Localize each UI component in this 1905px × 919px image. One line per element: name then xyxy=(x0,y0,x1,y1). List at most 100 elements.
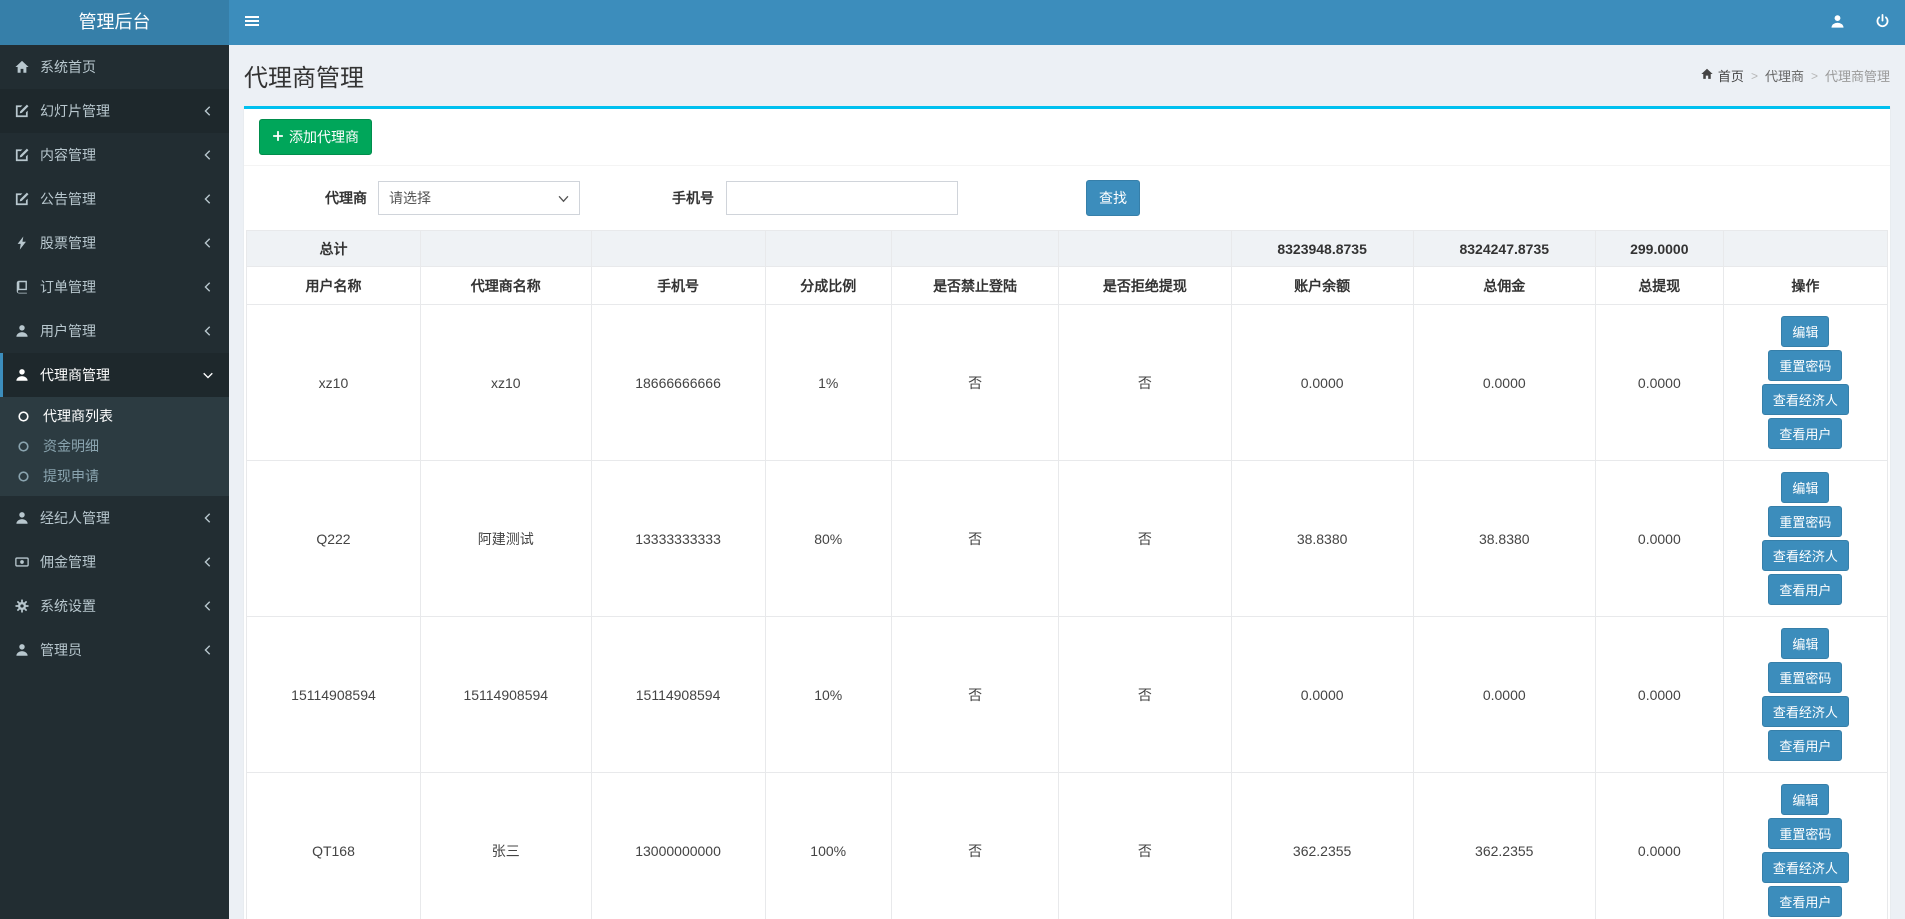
sidebar-subitem-agent-list[interactable]: 代理商列表 xyxy=(0,401,229,431)
user-icon xyxy=(15,324,40,338)
view-user-button[interactable]: 查看用户 xyxy=(1768,730,1843,761)
sidebar-toggle[interactable] xyxy=(229,0,275,45)
total-value-cell: 299.0000 xyxy=(1594,230,1724,267)
table-cell: 0.0000 xyxy=(1594,772,1724,919)
phone-input[interactable] xyxy=(726,181,958,215)
table-cell: xz10 xyxy=(419,304,592,461)
table-cell: 18666666666 xyxy=(590,304,766,461)
sidebar-subitem-withdrawal-requests[interactable]: 提现申请 xyxy=(0,461,229,491)
table-total-row: 总计 8323948.8735 8324247.8735 299.0000 xyxy=(246,230,1889,267)
breadcrumb-label: 代理商管理 xyxy=(1824,69,1890,84)
view-user-button[interactable]: 查看用户 xyxy=(1768,418,1843,449)
breadcrumb-item-agents[interactable]: 代理商 xyxy=(1744,66,1804,85)
user-icon xyxy=(1830,14,1845,32)
sidebar-item-label: 公告管理 xyxy=(40,191,96,207)
gear-icon xyxy=(15,599,40,613)
logout-button[interactable] xyxy=(1860,0,1905,45)
search-button[interactable]: 查找 xyxy=(1086,180,1140,216)
sidebar-item-label: 经纪人管理 xyxy=(40,510,110,526)
table-cell: 1% xyxy=(764,304,892,461)
chevron-down-icon xyxy=(558,190,569,206)
sidebar-item-admin[interactable]: 管理员 xyxy=(0,628,229,672)
sidebar-item-system-home[interactable]: 系统首页 xyxy=(0,45,229,89)
edit-button[interactable]: 编辑 xyxy=(1781,784,1830,815)
column-header: 手机号 xyxy=(590,266,766,305)
total-value-cell xyxy=(890,230,1060,267)
chevron-left-icon xyxy=(202,105,214,117)
table-cell: QT168 xyxy=(246,772,421,919)
sidebar-item-label: 股票管理 xyxy=(40,235,96,251)
view-user-button[interactable]: 查看用户 xyxy=(1768,574,1843,605)
reset-password-button[interactable]: 重置密码 xyxy=(1768,350,1843,381)
add-agent-button[interactable]: 添加代理商 xyxy=(259,119,372,155)
sidebar-item-label: 用户管理 xyxy=(40,323,96,339)
sidebar-item-stocks[interactable]: 股票管理 xyxy=(0,221,229,265)
edit-icon xyxy=(15,148,40,162)
main-header: 管理后台 xyxy=(0,0,1905,45)
table-cell: 阿建测试 xyxy=(419,460,592,617)
table-cell: 0.0000 xyxy=(1230,304,1414,461)
app-logo[interactable]: 管理后台 xyxy=(0,0,229,45)
view-broker-button[interactable]: 查看经济人 xyxy=(1761,540,1849,571)
edit-button[interactable]: 编辑 xyxy=(1781,472,1830,503)
total-value-cell: 8323948.8735 xyxy=(1230,230,1414,267)
table-cell: Q222 xyxy=(246,460,421,617)
table-row: QT168 张三 13000000000 100% 否否 362.2355 362.2355… xyxy=(246,772,1889,919)
total-value-cell xyxy=(764,230,892,267)
circle-o-icon xyxy=(17,440,43,453)
table-cell: 362.2355 xyxy=(1412,772,1596,919)
sidebar-item-slides[interactable]: 幻灯片管理 xyxy=(0,89,229,133)
sidebar-item-announcements[interactable]: 公告管理 xyxy=(0,177,229,221)
sidebar-subitem-fund-details[interactable]: 资金明细 xyxy=(0,431,229,461)
edit-button[interactable]: 编辑 xyxy=(1781,628,1830,659)
sidebar-item-brokers[interactable]: 经纪人管理 xyxy=(0,496,229,540)
column-header: 是否禁止登陆 xyxy=(890,266,1060,305)
view-broker-button[interactable]: 查看经济人 xyxy=(1761,696,1849,727)
sidebar-item-label: 订单管理 xyxy=(40,279,96,295)
table-cell: 80% xyxy=(764,460,892,617)
agents-box: 添加代理商 代理商 请选择 手机号 查找 总计 8323948.8735 83242… xyxy=(244,106,1890,919)
money-icon xyxy=(15,555,40,569)
add-agent-button-label: 添加代理商 xyxy=(289,129,359,145)
sidebar-menu: 系统首页 幻灯片管理 内容管理公告管理股票管理订单管理用户管理代理商管理代理商列表资… xyxy=(0,45,229,672)
table-row: 15114908594 15114908594 15114908594 10% 否否 0.… xyxy=(246,616,1889,773)
breadcrumb-item-agent-management: 代理商管理 xyxy=(1804,66,1890,85)
user-menu[interactable] xyxy=(1815,0,1860,45)
sidebar-item-settings[interactable]: 系统设置 xyxy=(0,584,229,628)
breadcrumb-label: 首页 xyxy=(1717,69,1744,84)
table-row: Q222 阿建测试 13333333333 80% 否否 38.8380 38.8380 0.… xyxy=(246,460,1889,617)
chevron-left-icon xyxy=(202,149,214,161)
table-cell: 13333333333 xyxy=(590,460,766,617)
breadcrumb: 首页 代理商 代理商管理 xyxy=(1701,66,1890,85)
sidebar-item-users[interactable]: 用户管理 xyxy=(0,309,229,353)
reset-password-button[interactable]: 重置密码 xyxy=(1768,818,1843,849)
box-header: 添加代理商 xyxy=(244,109,1890,166)
filter-row: 代理商 请选择 手机号 查找 xyxy=(244,166,1890,230)
column-header: 账户余额 xyxy=(1230,266,1414,305)
circle-o-icon xyxy=(17,470,43,483)
total-value-cell xyxy=(419,230,592,267)
circle-o-icon xyxy=(17,410,43,423)
top-navbar xyxy=(229,0,1905,45)
view-user-button[interactable]: 查看用户 xyxy=(1768,886,1843,917)
column-header: 是否拒绝提现 xyxy=(1058,266,1232,305)
edit-button[interactable]: 编辑 xyxy=(1781,316,1830,347)
agent-select[interactable]: 请选择 xyxy=(378,181,580,215)
column-header: 总提现 xyxy=(1594,266,1724,305)
phone-filter-label: 手机号 xyxy=(672,190,714,206)
reset-password-button[interactable]: 重置密码 xyxy=(1768,506,1843,537)
breadcrumb-item-home[interactable]: 首页 xyxy=(1701,66,1744,85)
table-wrap: 总计 8323948.8735 8324247.8735 299.0000 用户名称 代理… xyxy=(244,230,1890,919)
sidebar-item-orders[interactable]: 订单管理 xyxy=(0,265,229,309)
total-label-cell: 总计 xyxy=(246,230,421,267)
table-cell: 10% xyxy=(764,616,892,773)
view-broker-button[interactable]: 查看经济人 xyxy=(1761,852,1849,883)
table-cell: 15114908594 xyxy=(419,616,592,773)
sidebar-item-commission[interactable]: 佣金管理 xyxy=(0,540,229,584)
sidebar-item-content[interactable]: 内容管理 xyxy=(0,133,229,177)
reset-password-button[interactable]: 重置密码 xyxy=(1768,662,1843,693)
table-cell: 否 xyxy=(890,304,1060,461)
table-cell: 15114908594 xyxy=(590,616,766,773)
view-broker-button[interactable]: 查看经济人 xyxy=(1761,384,1849,415)
sidebar-item-agents[interactable]: 代理商管理 xyxy=(0,353,229,397)
